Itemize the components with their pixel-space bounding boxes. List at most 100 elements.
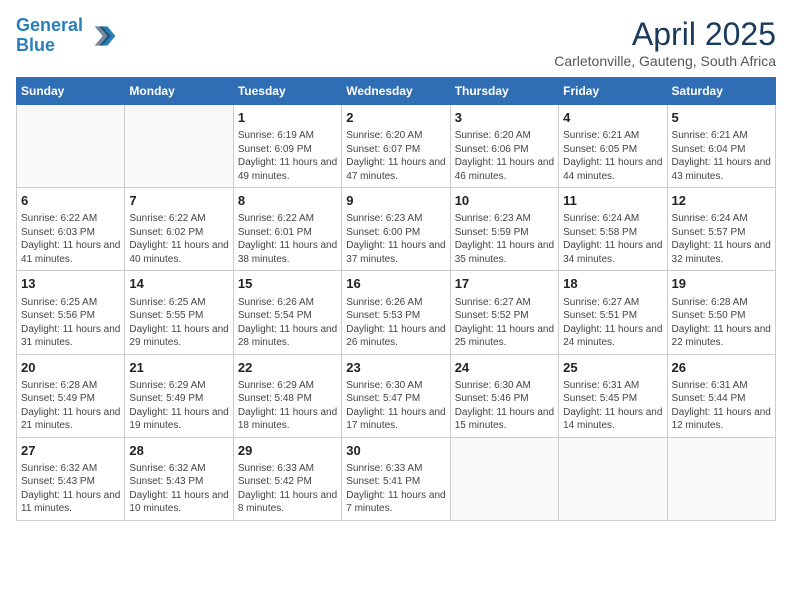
calendar-cell: 26 Sunrise: 6:31 AM Sunset: 5:44 PM Dayli… [667, 354, 775, 437]
day-info: Sunrise: 6:30 AM Sunset: 5:47 PM Dayligh… [346, 379, 445, 433]
day-number: 26 [672, 359, 771, 377]
day-info: Sunrise: 6:28 AM Sunset: 5:49 PM Dayligh… [21, 379, 120, 433]
calendar-cell: 8 Sunrise: 6:22 AM Sunset: 6:01 PM Daylig… [233, 188, 341, 271]
calendar-cell: 15Sunrise: 6:26 AM Sunset: 5:54 PM Dayli… [233, 271, 341, 354]
day-number: 24 [455, 359, 554, 377]
day-info: Sunrise: 6:28 AM Sunset: 5:50 PM Dayligh… [672, 296, 771, 350]
day-number: 29 [238, 442, 337, 460]
page-header: General Blue April 2025 Carletonville, G… [16, 16, 776, 69]
day-number: 19 [672, 275, 771, 293]
day-info: Sunrise: 6:24 AM Sunset: 5:58 PM Dayligh… [563, 212, 662, 266]
calendar-cell [450, 437, 558, 520]
calendar-cell: 4 Sunrise: 6:21 AM Sunset: 6:05 PM Daylig… [559, 105, 667, 188]
day-number: 27 [21, 442, 120, 460]
day-info: Sunrise: 6:20 AM Sunset: 6:06 PM Dayligh… [455, 129, 554, 183]
subtitle: Carletonville, Gauteng, South Africa [554, 53, 776, 69]
day-number: 21 [129, 359, 228, 377]
month-title: April 2025 [554, 16, 776, 53]
calendar-cell: 20 Sunrise: 6:28 AM Sunset: 5:49 PM Dayli… [17, 354, 125, 437]
logo-text: General Blue [16, 16, 83, 56]
day-number: 9 [346, 192, 445, 210]
calendar-cell: 3 Sunrise: 6:20 AM Sunset: 6:06 PM Daylig… [450, 105, 558, 188]
day-number: 25 [563, 359, 662, 377]
day-number: 14 [129, 275, 228, 293]
day-number: 17 [455, 275, 554, 293]
weekday-header: Saturday [667, 78, 775, 105]
title-area: April 2025 Carletonville, Gauteng, South… [554, 16, 776, 69]
calendar-week-row: 20 Sunrise: 6:28 AM Sunset: 5:49 PM Dayli… [17, 354, 776, 437]
calendar-cell: 2 Sunrise: 6:20 AM Sunset: 6:07 PM Daylig… [342, 105, 450, 188]
calendar-cell: 24 Sunrise: 6:30 AM Sunset: 5:46 PM Dayli… [450, 354, 558, 437]
day-info: Sunrise: 6:29 AM Sunset: 5:49 PM Dayligh… [129, 379, 228, 433]
day-info: Sunrise: 6:24 AM Sunset: 5:57 PM Dayligh… [672, 212, 771, 266]
day-info: Sunrise: 6:30 AM Sunset: 5:46 PM Dayligh… [455, 379, 554, 433]
day-info: Sunrise: 6:20 AM Sunset: 6:07 PM Dayligh… [346, 129, 445, 183]
weekday-header-row: SundayMondayTuesdayWednesdayThursdayFrid… [17, 78, 776, 105]
day-info: Sunrise: 6:27 AM Sunset: 5:52 PM Dayligh… [455, 296, 554, 350]
weekday-header: Sunday [17, 78, 125, 105]
day-info: Sunrise: 6:25 AM Sunset: 5:55 PM Dayligh… [129, 296, 228, 350]
calendar-cell: 6 Sunrise: 6:22 AM Sunset: 6:03 PM Daylig… [17, 188, 125, 271]
day-number: 7 [129, 192, 228, 210]
calendar-cell [667, 437, 775, 520]
calendar-cell: 1Sunrise: 6:19 AM Sunset: 6:09 PM Daylig… [233, 105, 341, 188]
day-info: Sunrise: 6:26 AM Sunset: 5:53 PM Dayligh… [346, 296, 445, 350]
calendar-week-row: 6 Sunrise: 6:22 AM Sunset: 6:03 PM Daylig… [17, 188, 776, 271]
calendar-cell: 10 Sunrise: 6:23 AM Sunset: 5:59 PM Dayli… [450, 188, 558, 271]
day-info: Sunrise: 6:22 AM Sunset: 6:01 PM Dayligh… [238, 212, 337, 266]
day-info: Sunrise: 6:32 AM Sunset: 5:43 PM Dayligh… [21, 462, 120, 516]
day-number: 2 [346, 109, 445, 127]
day-number: 8 [238, 192, 337, 210]
logo-icon [85, 20, 117, 52]
calendar-week-row: 1Sunrise: 6:19 AM Sunset: 6:09 PM Daylig… [17, 105, 776, 188]
day-info: Sunrise: 6:33 AM Sunset: 5:42 PM Dayligh… [238, 462, 337, 516]
calendar-cell [559, 437, 667, 520]
calendar-table: SundayMondayTuesdayWednesdayThursdayFrid… [16, 77, 776, 521]
calendar-cell: 29 Sunrise: 6:33 AM Sunset: 5:42 PM Dayli… [233, 437, 341, 520]
calendar-cell: 25 Sunrise: 6:31 AM Sunset: 5:45 PM Dayli… [559, 354, 667, 437]
calendar-cell: 17 Sunrise: 6:27 AM Sunset: 5:52 PM Dayli… [450, 271, 558, 354]
calendar-cell: 22Sunrise: 6:29 AM Sunset: 5:48 PM Dayli… [233, 354, 341, 437]
day-info: Sunrise: 6:25 AM Sunset: 5:56 PM Dayligh… [21, 296, 120, 350]
weekday-header: Tuesday [233, 78, 341, 105]
calendar-cell: 13Sunrise: 6:25 AM Sunset: 5:56 PM Dayli… [17, 271, 125, 354]
calendar-cell: 5Sunrise: 6:21 AM Sunset: 6:04 PM Daylig… [667, 105, 775, 188]
day-info: Sunrise: 6:31 AM Sunset: 5:44 PM Dayligh… [672, 379, 771, 433]
day-number: 20 [21, 359, 120, 377]
weekday-header: Monday [125, 78, 233, 105]
calendar-cell: 23 Sunrise: 6:30 AM Sunset: 5:47 PM Dayli… [342, 354, 450, 437]
day-info: Sunrise: 6:32 AM Sunset: 5:43 PM Dayligh… [129, 462, 228, 516]
day-info: Sunrise: 6:21 AM Sunset: 6:05 PM Dayligh… [563, 129, 662, 183]
calendar-cell: 9Sunrise: 6:23 AM Sunset: 6:00 PM Daylig… [342, 188, 450, 271]
day-info: Sunrise: 6:31 AM Sunset: 5:45 PM Dayligh… [563, 379, 662, 433]
calendar-week-row: 27 Sunrise: 6:32 AM Sunset: 5:43 PM Dayli… [17, 437, 776, 520]
weekday-header: Wednesday [342, 78, 450, 105]
day-number: 30 [346, 442, 445, 460]
calendar-cell: 19 Sunrise: 6:28 AM Sunset: 5:50 PM Dayli… [667, 271, 775, 354]
day-number: 4 [563, 109, 662, 127]
day-number: 1 [238, 109, 337, 127]
calendar-cell: 18Sunrise: 6:27 AM Sunset: 5:51 PM Dayli… [559, 271, 667, 354]
day-info: Sunrise: 6:21 AM Sunset: 6:04 PM Dayligh… [672, 129, 771, 183]
day-info: Sunrise: 6:22 AM Sunset: 6:02 PM Dayligh… [129, 212, 228, 266]
calendar-cell: 14 Sunrise: 6:25 AM Sunset: 5:55 PM Dayli… [125, 271, 233, 354]
logo: General Blue [16, 16, 117, 56]
day-info: Sunrise: 6:33 AM Sunset: 5:41 PM Dayligh… [346, 462, 445, 516]
calendar-cell: 28Sunrise: 6:32 AM Sunset: 5:43 PM Dayli… [125, 437, 233, 520]
day-number: 18 [563, 275, 662, 293]
day-info: Sunrise: 6:22 AM Sunset: 6:03 PM Dayligh… [21, 212, 120, 266]
day-number: 10 [455, 192, 554, 210]
day-info: Sunrise: 6:23 AM Sunset: 5:59 PM Dayligh… [455, 212, 554, 266]
calendar-cell [17, 105, 125, 188]
day-number: 6 [21, 192, 120, 210]
calendar-cell [125, 105, 233, 188]
day-number: 15 [238, 275, 337, 293]
weekday-header: Thursday [450, 78, 558, 105]
day-number: 23 [346, 359, 445, 377]
day-number: 22 [238, 359, 337, 377]
calendar-cell: 12 Sunrise: 6:24 AM Sunset: 5:57 PM Dayli… [667, 188, 775, 271]
calendar-cell: 30 Sunrise: 6:33 AM Sunset: 5:41 PM Dayli… [342, 437, 450, 520]
day-number: 12 [672, 192, 771, 210]
calendar-cell: 21 Sunrise: 6:29 AM Sunset: 5:49 PM Dayli… [125, 354, 233, 437]
day-number: 3 [455, 109, 554, 127]
